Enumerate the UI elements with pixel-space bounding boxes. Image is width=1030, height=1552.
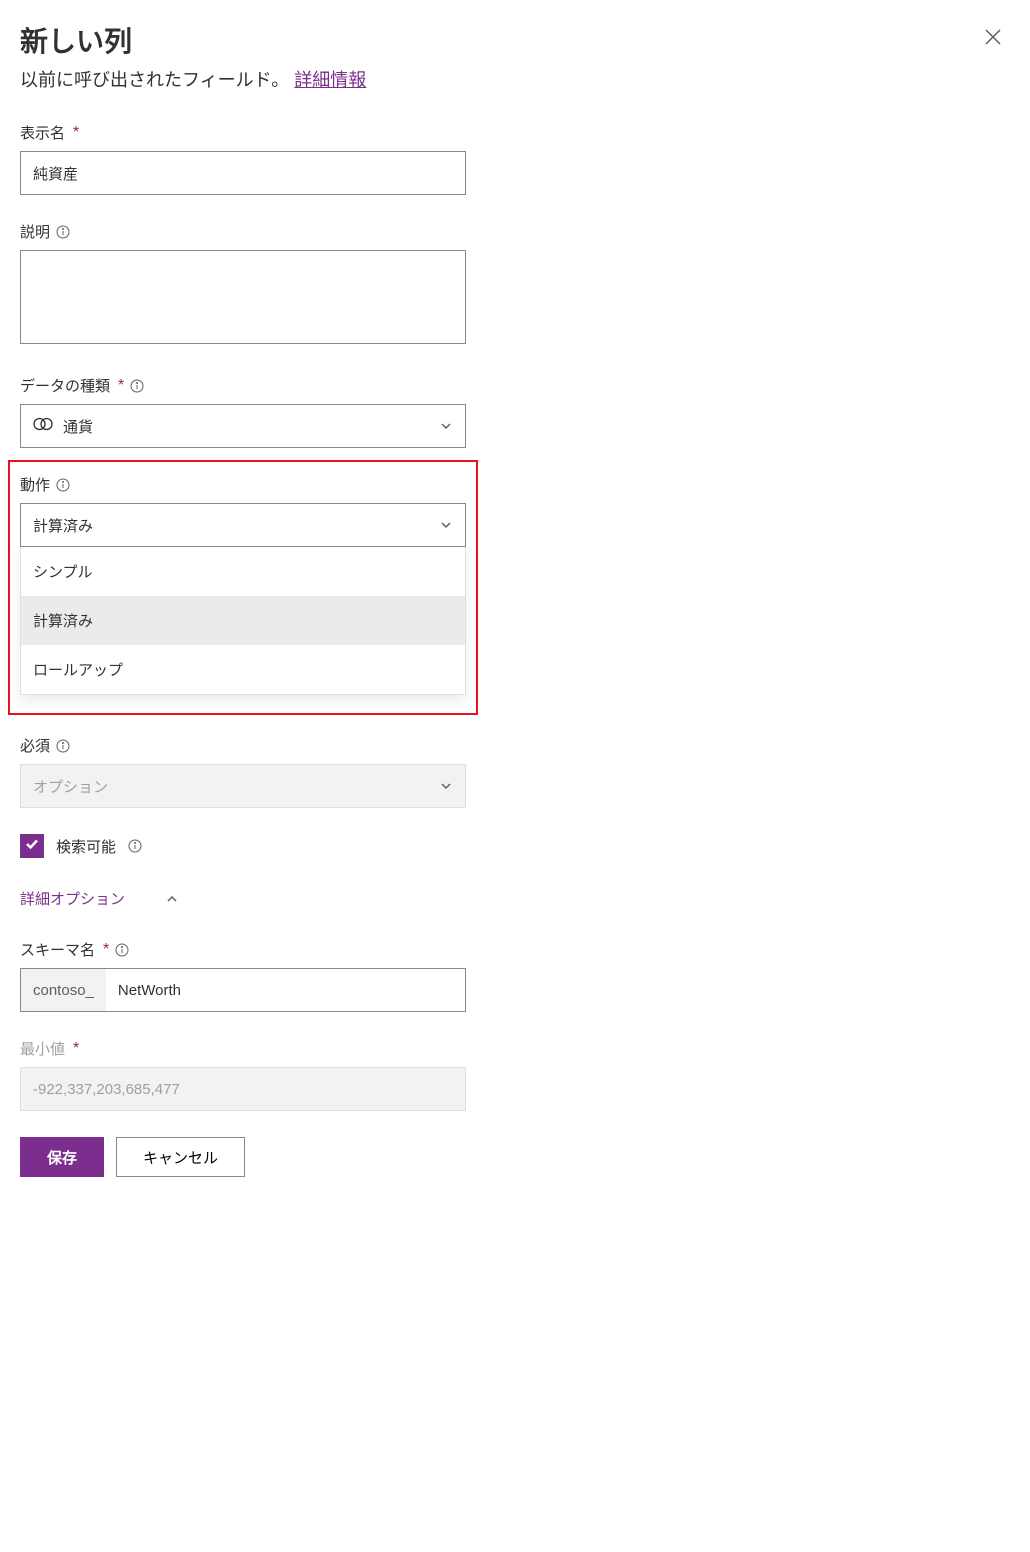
min-value-text: -922,337,203,685,477: [33, 1081, 180, 1098]
behavior-option-calculated[interactable]: 計算済み: [21, 596, 465, 645]
data-type-select[interactable]: 通貨: [20, 404, 466, 448]
required-asterisk: *: [118, 377, 124, 395]
schema-prefix: contoso_: [20, 968, 106, 1012]
min-value-input: -922,337,203,685,477: [20, 1067, 466, 1111]
info-icon: [128, 839, 142, 853]
close-icon: [984, 29, 1002, 51]
required-asterisk: *: [73, 124, 79, 142]
searchable-checkbox[interactable]: [20, 834, 44, 858]
chevron-down-icon: [439, 779, 453, 793]
required-asterisk: *: [103, 941, 109, 959]
min-value-label: 最小値: [20, 1038, 65, 1059]
info-icon: [56, 739, 70, 753]
close-button[interactable]: [976, 20, 1010, 60]
schema-name-label: スキーマ名: [20, 939, 95, 960]
required-asterisk: *: [73, 1040, 79, 1058]
behavior-option-simple[interactable]: シンプル: [21, 547, 465, 596]
data-type-label: データの種類: [20, 375, 110, 396]
info-icon: [56, 225, 70, 239]
behavior-select[interactable]: 計算済み: [20, 503, 466, 547]
required-value: オプション: [33, 776, 108, 797]
chevron-down-icon: [439, 419, 453, 433]
data-type-value: 通貨: [63, 416, 93, 437]
display-name-input[interactable]: [20, 151, 466, 195]
display-name-label: 表示名: [20, 122, 65, 143]
behavior-highlight: 動作 計算済み シンプル 計算済み ロールアップ: [8, 460, 478, 715]
description-input[interactable]: [20, 250, 466, 344]
info-icon: [115, 943, 129, 957]
more-info-link[interactable]: 詳細情報: [294, 70, 366, 90]
cancel-button[interactable]: キャンセル: [116, 1137, 245, 1177]
check-icon: [24, 836, 40, 857]
required-label: 必須: [20, 735, 50, 756]
schema-name-input[interactable]: [106, 968, 466, 1012]
info-icon: [56, 478, 70, 492]
advanced-options-toggle[interactable]: 詳細オプション: [20, 888, 466, 909]
chevron-down-icon: [439, 518, 453, 532]
searchable-label: 検索可能: [56, 836, 116, 857]
behavior-value: 計算済み: [33, 515, 93, 536]
info-icon: [130, 379, 144, 393]
panel-subtitle: 以前に呼び出されたフィールド。: [20, 70, 289, 90]
save-button[interactable]: 保存: [20, 1137, 104, 1177]
chevron-up-icon: [165, 892, 179, 906]
behavior-label: 動作: [20, 474, 50, 495]
behavior-dropdown: シンプル 計算済み ロールアップ: [20, 547, 466, 695]
advanced-options-label: 詳細オプション: [20, 888, 125, 909]
currency-icon: [33, 414, 53, 438]
panel-title: 新しい列: [20, 20, 366, 60]
behavior-option-rollup[interactable]: ロールアップ: [21, 645, 465, 694]
required-select: オプション: [20, 764, 466, 808]
description-label: 説明: [20, 221, 50, 242]
